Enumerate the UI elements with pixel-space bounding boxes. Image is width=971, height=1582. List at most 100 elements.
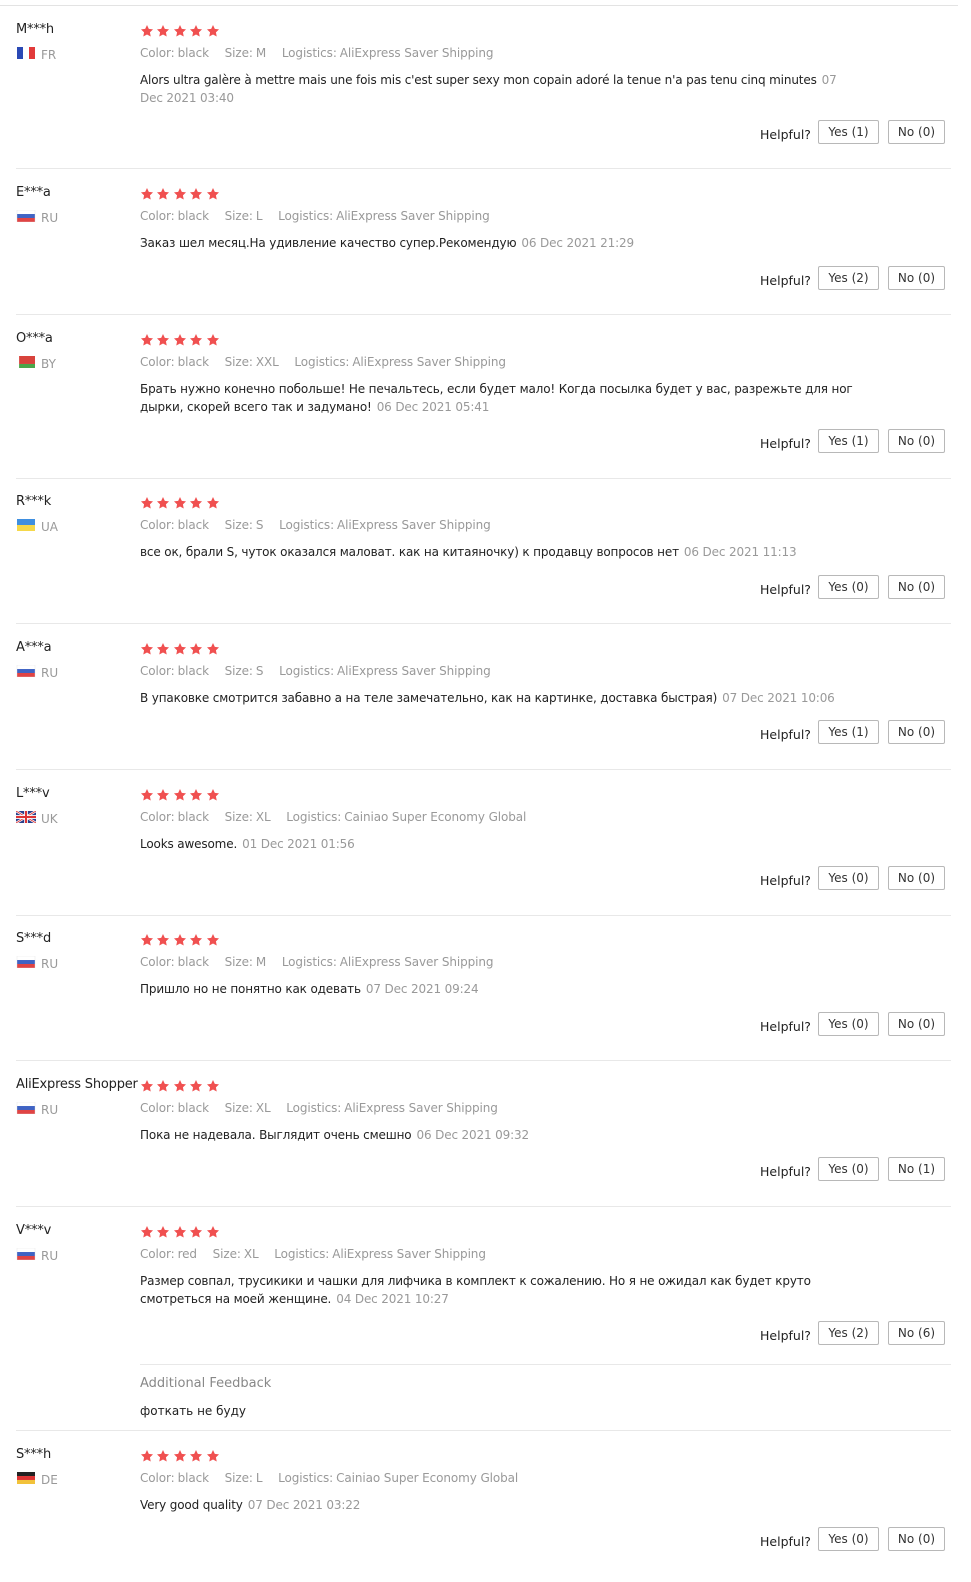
reviewer-country: RU [16,1248,58,1263]
logistics-value: AliExpress Saver Shipping [332,1247,486,1261]
logistics-label: Logistics: [281,955,337,969]
helpful-no-button[interactable]: No (0) [888,429,945,453]
helpful-no-button[interactable]: No (0) [888,720,945,744]
star-icon [190,643,203,655]
reviewer-name: R***k [16,494,52,509]
helpful-no-button[interactable]: No (0) [888,266,945,290]
star-icon [173,334,186,346]
helpful-label: Helpful? [760,582,811,597]
star-icon [173,934,186,946]
country-code: BY [41,356,56,371]
star-icon [140,497,154,509]
helpful-no-button[interactable]: No (1) [888,1157,945,1181]
size-label: Size: [224,1101,253,1115]
helpful-yes-button[interactable]: Yes (1) [818,429,879,453]
helpful-no-button[interactable]: No (6) [888,1321,945,1345]
star-icon [206,1450,219,1462]
star-icon [140,1080,154,1092]
size-value: L [255,209,263,223]
review-attributes: Color: black Size: L Logistics: Cainiao Sup… [140,1471,530,1485]
star-icon [140,25,154,37]
flag-icon-de [16,1472,41,1487]
helpful-no-button[interactable]: No (0) [888,1012,945,1036]
review-divider [16,478,951,479]
reviewer-name: A***a [16,640,52,655]
review-attributes: Color: red Size: XL Logistics: AliExpress S… [140,1247,498,1261]
review-date: 06 Dec 2021 21:29 [521,236,634,250]
size-value: XL [255,1101,271,1115]
size-label: Size: [224,955,253,969]
logistics-value: AliExpress Saver Shipping [339,46,494,60]
star-icon [157,1080,170,1092]
country-code: RU [41,956,59,971]
review-divider [16,314,951,315]
review-date: 01 Dec 2021 01:56 [242,837,355,851]
review-text: Looks awesome. [140,837,238,851]
helpful-yes-button[interactable]: Yes (2) [818,1321,879,1345]
helpful-yes-button[interactable]: Yes (0) [818,1527,879,1551]
logistics-value: AliExpress Saver Shipping [339,955,494,969]
reviewer-country: RU [16,1102,58,1117]
logistics-label: Logistics: [279,664,335,678]
star-rating [140,333,222,347]
helpful-no-button[interactable]: No (0) [888,866,945,890]
star-icon [206,934,219,946]
helpful-label: Helpful? [760,1534,811,1549]
additional-feedback-divider [140,1364,951,1365]
helpful-yes-button[interactable]: Yes (1) [818,120,879,144]
reviewer-country: UK [16,811,58,826]
review-divider [16,769,951,770]
review-text: Very good quality [140,1498,243,1512]
review-divider [16,1430,951,1431]
helpful-no-button[interactable]: No (0) [888,1527,945,1551]
star-icon [140,188,154,200]
review-date: 07 Dec 2021 03:22 [247,1498,361,1512]
star-icon [190,1080,203,1092]
helpful-no-button[interactable]: No (0) [888,575,945,599]
flag-icon-uk [16,811,41,826]
star-rating [140,933,222,947]
country-code: UA [41,519,58,534]
country-code: RU [41,210,59,225]
logistics-label: Logistics: [279,518,335,532]
flag-icon-ua [16,519,41,534]
review-text: Брать нужно конечно побольше! Не печальт… [140,382,853,414]
star-icon [206,188,219,200]
reviewer-name: O***a [16,331,53,346]
star-rating [140,1449,222,1463]
helpful-no-button[interactable]: No (0) [888,120,945,144]
review-text-block: Заказ шел месяц.На удивление качество су… [140,234,855,252]
review-text: Заказ шел месяц.На удивление качество су… [140,236,517,250]
star-icon [157,934,170,946]
review-attributes: Color: black Size: XL Logistics: Cainiao Su… [140,810,538,824]
logistics-value: AliExpress Saver Shipping [337,518,491,532]
review-text-block: все ок, брали S, чуток оказался маловат.… [140,543,855,561]
review-attributes: Color: black Size: L Logistics: AliExpress … [140,209,502,223]
helpful-yes-button[interactable]: Yes (0) [818,575,879,599]
star-icon [173,25,186,37]
review-date: 06 Dec 2021 11:13 [683,545,797,559]
review-date: 06 Dec 2021 09:32 [416,1128,529,1142]
reviewer-country: RU [16,210,58,225]
star-icon [173,497,186,509]
size-label: Size: [224,355,253,369]
helpful-label: Helpful? [760,1328,811,1343]
helpful-yes-button[interactable]: Yes (0) [818,1157,879,1181]
reviewer-name: E***a [16,185,51,200]
star-icon [206,1226,219,1238]
color-value: black [177,355,209,369]
logistics-label: Logistics: [278,1471,334,1485]
reviewer-name: V***v [16,1223,52,1238]
star-icon [140,789,154,801]
star-icon [157,497,170,509]
helpful-yes-button[interactable]: Yes (2) [818,266,879,290]
helpful-yes-button[interactable]: Yes (0) [818,866,879,890]
star-icon [157,25,170,37]
star-icon [140,334,154,346]
helpful-yes-button[interactable]: Yes (1) [818,720,879,744]
star-icon [190,25,203,37]
star-icon [173,188,186,200]
helpful-yes-button[interactable]: Yes (0) [818,1012,879,1036]
color-label: Color: [140,209,175,223]
color-label: Color: [140,1471,175,1485]
